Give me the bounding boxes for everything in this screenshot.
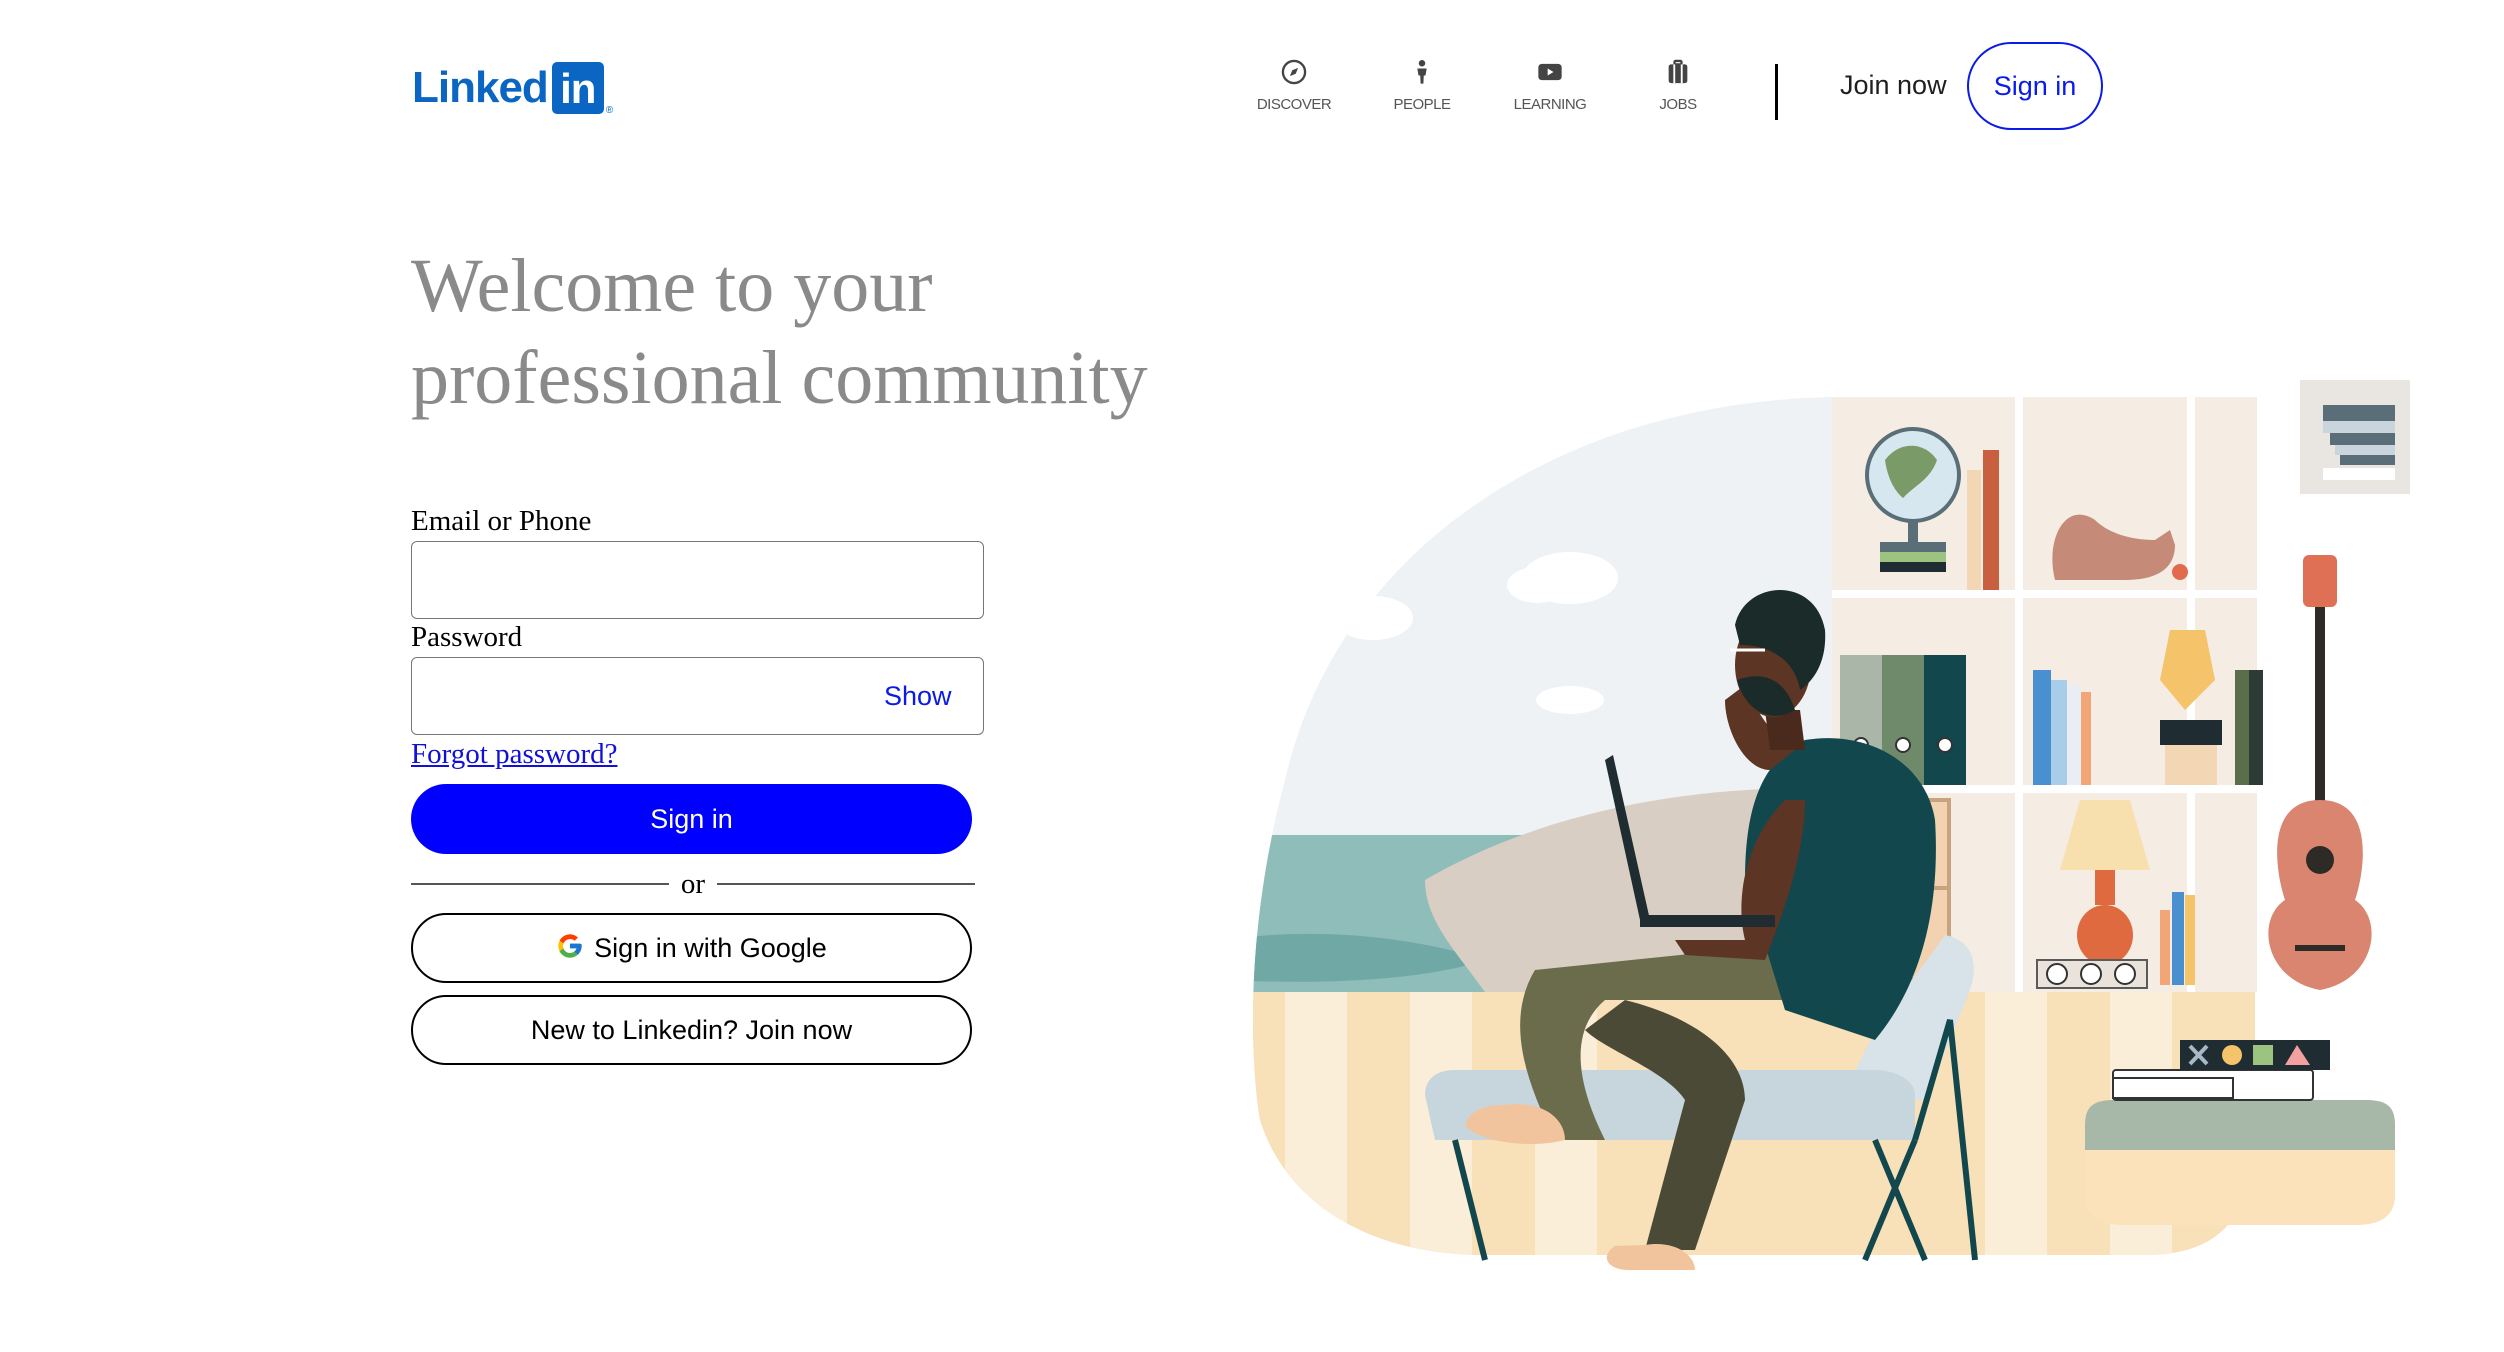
logo-wordmark: Linked bbox=[412, 63, 549, 112]
title-line-1: Welcome to your bbox=[411, 244, 933, 328]
nav-learning[interactable]: LEARNING bbox=[1486, 58, 1614, 113]
or-text: or bbox=[680, 867, 706, 900]
or-divider: or bbox=[411, 866, 976, 902]
nav-divider bbox=[1775, 64, 1778, 120]
logo-in-box: in bbox=[551, 62, 604, 114]
sign-in-button[interactable]: Sign in bbox=[411, 784, 972, 854]
nav-people[interactable]: PEOPLE bbox=[1358, 58, 1486, 113]
person-icon bbox=[1417, 59, 1427, 84]
email-label: Email or Phone bbox=[411, 505, 592, 537]
google-button-label: Sign in with Google bbox=[594, 932, 827, 963]
briefcase-icon bbox=[1668, 59, 1688, 84]
compass-icon bbox=[1281, 59, 1307, 85]
nav-label: DISCOVER bbox=[1256, 96, 1332, 113]
nav-discover[interactable]: DISCOVER bbox=[1230, 58, 1358, 113]
nav-label: PEOPLE bbox=[1393, 96, 1451, 113]
nav-label: JOBS bbox=[1659, 96, 1697, 113]
forgot-password-link[interactable]: Forgot password? bbox=[411, 738, 617, 771]
logo-registered-mark: ® bbox=[605, 105, 614, 116]
man-with-laptop-illustration bbox=[1252, 380, 2410, 1271]
nav-label: LEARNING bbox=[1513, 96, 1587, 113]
page-title: Welcome to your professional community bbox=[411, 240, 1231, 424]
divider-line bbox=[717, 883, 976, 885]
title-line-2: professional community bbox=[411, 336, 1148, 420]
join-now-link[interactable]: Join now bbox=[1840, 70, 1947, 101]
google-sign-in-button[interactable]: Sign in with Google bbox=[411, 913, 972, 983]
email-field[interactable] bbox=[411, 541, 984, 619]
join-now-button[interactable]: New to Linkedin? Join now bbox=[411, 995, 972, 1065]
wall-picture bbox=[2300, 380, 2410, 494]
top-nav: DISCOVER PEOPLE LEARNING JOBS bbox=[1230, 58, 1742, 113]
play-icon bbox=[1538, 63, 1562, 81]
linkedin-logo[interactable]: Linked in ® bbox=[412, 60, 613, 116]
nav-jobs[interactable]: JOBS bbox=[1614, 58, 1742, 113]
divider-line bbox=[411, 883, 669, 885]
password-label: Password bbox=[411, 621, 523, 653]
header-sign-in-button[interactable]: Sign in bbox=[1967, 42, 2103, 130]
google-icon bbox=[558, 934, 582, 958]
show-password-button[interactable]: Show bbox=[884, 681, 952, 712]
